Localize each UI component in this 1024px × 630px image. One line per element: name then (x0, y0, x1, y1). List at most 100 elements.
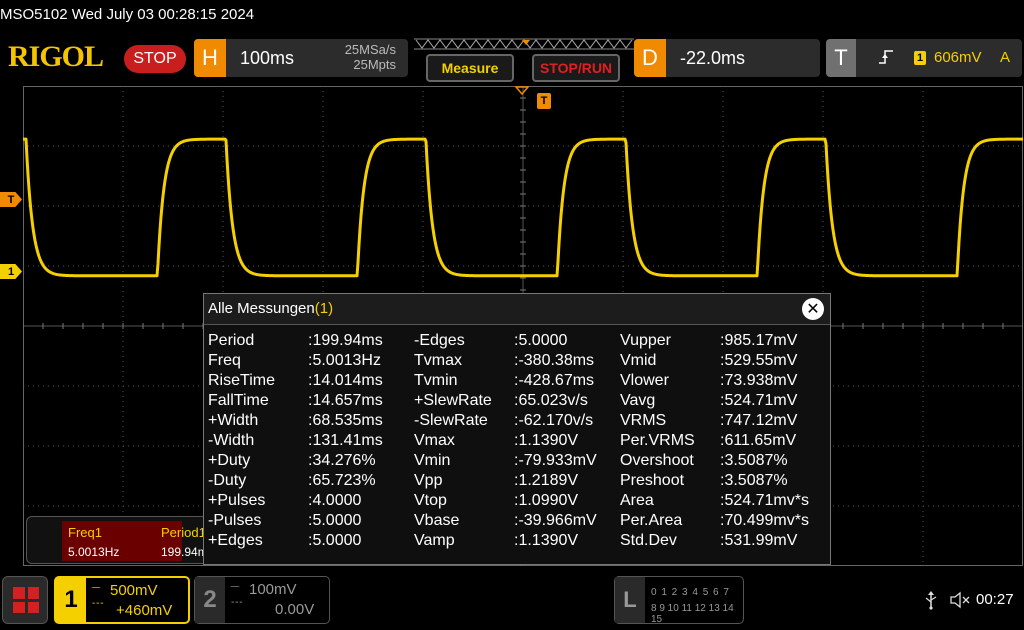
measurement-value: :5.0013Hz (308, 352, 381, 369)
measurement-value: :199.94ms (308, 332, 383, 349)
ch2-settings[interactable]: 2 ‾‾‾ - - - 100mV 0.00V (194, 576, 330, 624)
all-measurements-dialog[interactable]: Alle Messungen(1) ✕ Period :199.94ms Freq:… (203, 293, 831, 565)
rising-edge-icon (879, 50, 893, 64)
trigger-label: T (826, 39, 856, 77)
ch1-offset-marker[interactable]: 1 (0, 264, 22, 279)
measurement-value: :-428.67ms (514, 372, 595, 389)
measurement-label: FallTime (208, 392, 269, 409)
measurement-value: :5.0000 (308, 512, 362, 529)
measurement-label: Freq (208, 352, 241, 369)
measurement-value: :-39.966mV (514, 512, 597, 529)
measurement-value: :68.535ms (308, 412, 383, 429)
trigger-settings[interactable]: T 1 606mV A (826, 39, 1022, 77)
measurement-value: :5.0000 (514, 332, 568, 349)
clock: 00:27 (976, 591, 1014, 608)
measurement-label: VRMS (620, 412, 667, 429)
measurement-value: :14.014ms (308, 372, 383, 389)
horizontal-label: H (194, 39, 226, 77)
logic-analyzer-settings[interactable]: L 0 1 2 3 4 5 6 7 8 9 10 11 12 13 14 15 (614, 576, 744, 625)
measurement-value: :5.0000 (308, 532, 362, 549)
measurement-label: Tvmin (414, 372, 458, 389)
measurement-value: :14.657ms (308, 392, 383, 409)
measurement-label: Overshoot (620, 452, 694, 469)
measurement-value: :4.0000 (308, 492, 362, 509)
measurement-label: Vtop (414, 492, 447, 509)
dialog-title-channel: (1) (314, 300, 334, 317)
delay-value: -22.0ms (680, 48, 746, 68)
menu-grid-icon (13, 587, 39, 613)
measurement-label: +Width (208, 412, 259, 429)
run-state-badge[interactable]: STOP (124, 45, 186, 73)
freq-label: Freq1 (68, 525, 102, 540)
la-label: L (615, 577, 645, 623)
measurement-label: -Pulses (208, 512, 262, 529)
measurement-label: Per.Area (620, 512, 683, 529)
freq-value: 5.0013Hz (68, 545, 120, 559)
measurement-label: -SlewRate (414, 412, 488, 429)
measurement-value: :34.276% (308, 452, 376, 469)
measurement-label: Vavg (620, 392, 656, 409)
measurement-value: :65.023v/s (514, 392, 588, 409)
measurement-label: Period (208, 332, 255, 349)
ch1-settings[interactable]: 1 ‾‾‾ - - - 500mV +460mV (54, 576, 190, 624)
delay-settings[interactable]: D -22.0ms (634, 39, 820, 77)
measurement-value: :747.12mV (720, 412, 798, 429)
ch1-number: 1 (56, 578, 86, 622)
trigger-mode: A (1000, 49, 1011, 66)
dialog-title: Alle Messungen(1) (208, 300, 333, 317)
measurement-value: :985.17mV (720, 332, 798, 349)
measurement-label: Per.VRMS (620, 432, 695, 449)
memory-position-strip (414, 38, 634, 50)
quick-measure-panel[interactable]: Freq1 5.0013Hz Period1 199.94ms (26, 516, 228, 564)
measurement-label: Vbase (414, 512, 460, 529)
measurement-label: +Duty (208, 452, 251, 469)
measurement-value: :73.938mV (720, 372, 798, 389)
dialog-header[interactable]: Alle Messungen(1) ✕ (204, 294, 830, 325)
main-menu-button[interactable] (2, 576, 48, 624)
measurement-value: :531.99mV (720, 532, 798, 549)
measurement-label: Vmin (414, 452, 451, 469)
measurement-value: :524.71mv*s (720, 492, 809, 509)
measurement-label: Preshoot (620, 472, 685, 489)
horizontal-settings[interactable]: H 100ms 25MSa/s 25Mpts (194, 39, 408, 77)
measure-button[interactable]: Measure (426, 54, 514, 82)
ch1-offset: +460mV (116, 602, 173, 619)
speaker-mute-icon[interactable] (950, 591, 972, 609)
measurement-value: :-79.933mV (514, 452, 597, 469)
dc-coupling-icon: ‾‾‾ - - - (231, 586, 243, 608)
measurement-label: +SlewRate (414, 392, 492, 409)
measurement-label: Vlower (620, 372, 669, 389)
measurement-label: -Width (208, 432, 255, 449)
timebase-value: 100ms (240, 48, 295, 68)
measurement-label: +Pulses (208, 492, 266, 509)
measurement-value: :1.1390V (514, 532, 579, 549)
measurement-value: :70.499mv*s (720, 512, 809, 529)
measurement-value: :-62.170v/s (514, 412, 594, 429)
measurement-label: -Edges (414, 332, 465, 349)
trigger-delay-marker: T (537, 93, 551, 109)
measurement-label: Vupper (620, 332, 671, 349)
la-channels-low: 0 1 2 3 4 5 6 7 (651, 587, 730, 598)
measurement-value: :1.0990V (514, 492, 579, 509)
measurement-value: :529.55mV (720, 352, 798, 369)
measurement-value: :131.41ms (308, 432, 383, 449)
measurement-value: :-380.38ms (514, 352, 595, 369)
period-label: Period1 (161, 525, 206, 540)
ch2-scale: 100mV (249, 581, 297, 598)
brand-logo: RIGOL (8, 40, 104, 73)
measurement-value: :524.71mV (720, 392, 798, 409)
la-channels-high: 8 9 10 11 12 13 14 15 (651, 603, 734, 625)
measurement-label: Vmid (620, 352, 657, 369)
stop-run-button[interactable]: STOP/RUN (532, 54, 620, 82)
ch2-number: 2 (195, 577, 225, 623)
ch1-scale: 500mV (110, 582, 158, 599)
measurement-label: -Duty (208, 472, 247, 489)
measurement-value: :611.65mV (720, 432, 797, 449)
close-icon[interactable]: ✕ (802, 298, 824, 320)
delay-label: D (634, 39, 666, 77)
acquisition-info: 25MSa/s 25Mpts (324, 42, 396, 72)
measurement-value: :3.5087% (720, 452, 788, 469)
usb-icon (925, 591, 937, 610)
trigger-level-marker[interactable]: T (0, 192, 22, 207)
measurement-value: :65.723% (308, 472, 376, 489)
